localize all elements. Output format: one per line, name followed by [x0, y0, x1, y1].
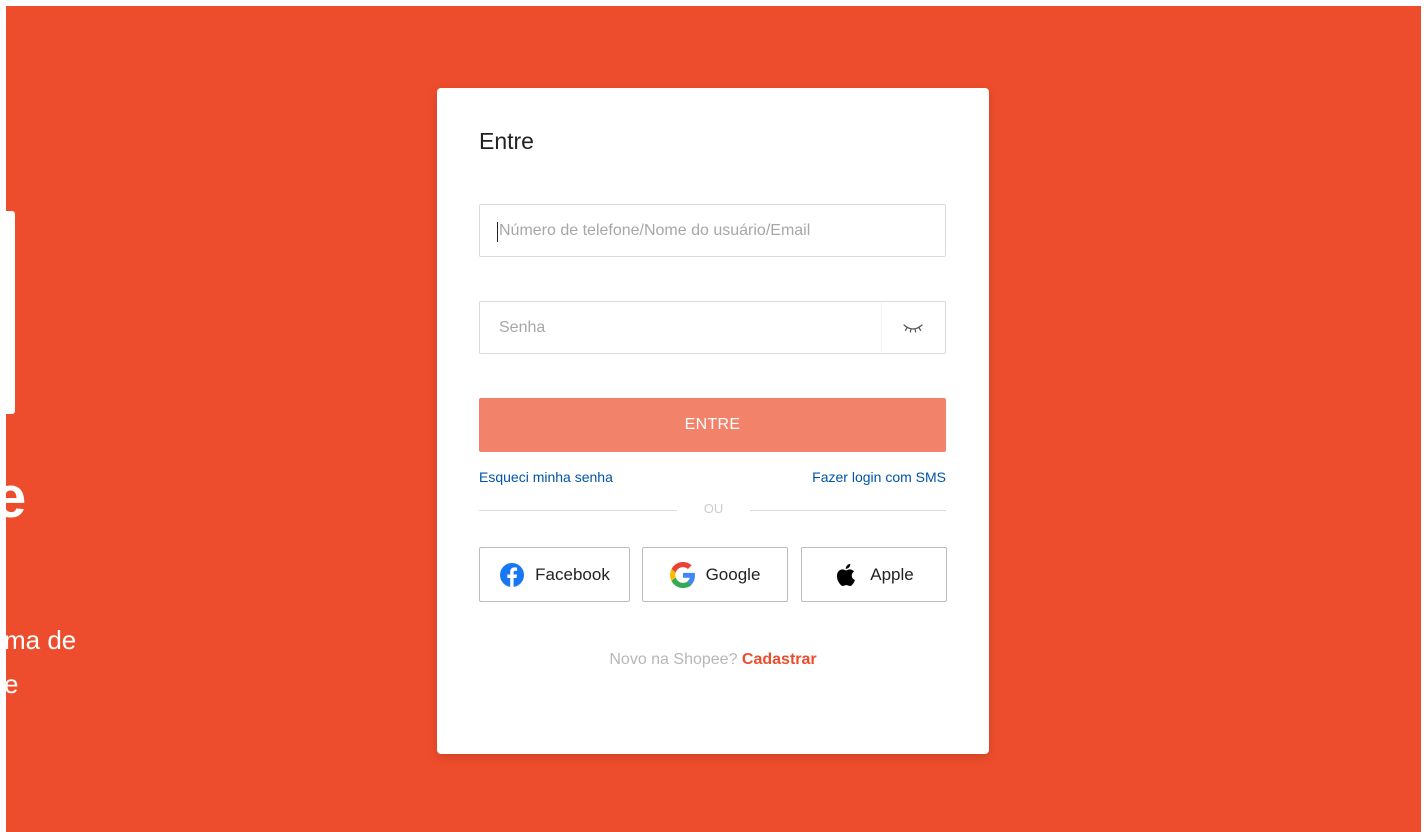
text-cursor	[497, 222, 498, 242]
apple-login-button[interactable]: Apple	[801, 547, 947, 602]
apple-icon	[834, 562, 860, 588]
username-field	[479, 204, 946, 257]
signup-link[interactable]: Cadastrar	[742, 651, 817, 668]
google-login-button[interactable]: Google	[642, 547, 788, 602]
login-submit-button[interactable]: ENTRE	[479, 398, 946, 452]
username-input[interactable]	[480, 205, 945, 256]
login-page-background: e ma de e Entre ENTRE Esqueci minha senh…	[6, 6, 1421, 832]
divider-line-left	[479, 510, 677, 511]
eye-closed-icon[interactable]	[881, 303, 944, 352]
divider-label: OU	[703, 501, 724, 516]
signup-prompt: Novo na Shopee? Cadastrar	[437, 651, 989, 669]
brand-name-fragment: e	[6, 465, 27, 530]
facebook-login-label: Facebook	[535, 564, 610, 584]
apple-login-label: Apple	[870, 564, 914, 584]
divider-line-right	[750, 510, 946, 511]
password-input[interactable]	[480, 302, 945, 353]
google-login-label: Google	[705, 564, 761, 584]
login-card: Entre ENTRE Esqueci minha senha Fazer lo…	[437, 88, 989, 754]
password-field	[479, 301, 946, 354]
login-title: Entre	[479, 128, 534, 154]
google-icon	[669, 561, 696, 588]
signup-prompt-text: Novo na Shopee?	[609, 651, 738, 668]
brand-tagline-fragment: ma de e	[6, 625, 77, 699]
facebook-login-button[interactable]: Facebook	[479, 547, 630, 602]
sms-login-link[interactable]: Fazer login com SMS	[812, 469, 946, 485]
brand-logo-fragment	[6, 211, 15, 414]
facebook-icon	[499, 562, 525, 588]
forgot-password-link[interactable]: Esqueci minha senha	[479, 469, 613, 485]
